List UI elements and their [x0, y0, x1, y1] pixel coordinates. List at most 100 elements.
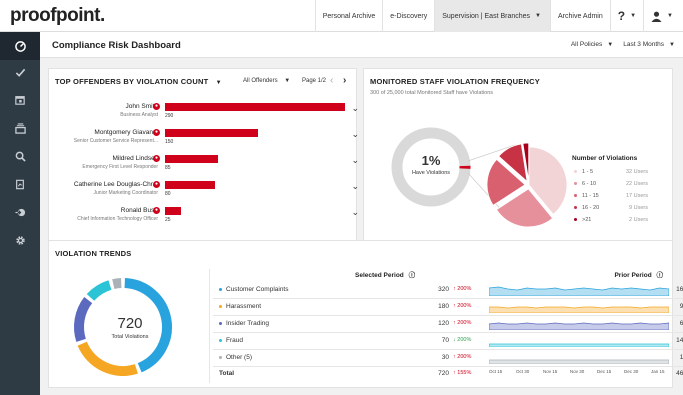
- dashboard-icon: [14, 40, 26, 52]
- offender-row[interactable]: John Smith Business Analyst ● 290 ⌄: [49, 101, 365, 123]
- trend-total-change: ↑ 155%: [453, 370, 472, 376]
- sidebar-item-calendar[interactable]: [0, 86, 40, 114]
- legend-range: >21: [582, 217, 592, 223]
- trend-row[interactable]: Fraud 70 ↓ 200% 140: [213, 333, 683, 350]
- sparkline-area: [489, 286, 669, 296]
- legend-swatch: [574, 206, 577, 210]
- trend-category: Fraud: [219, 337, 243, 344]
- prior-value: 140: [676, 337, 683, 344]
- trend-sparkline: [489, 286, 669, 296]
- trend-category: Customer Complaints: [219, 286, 289, 293]
- prior-value: 160: [676, 286, 683, 293]
- offender-row[interactable]: Catherine Lee Douglas-Chr... Junior Marke…: [49, 179, 365, 201]
- legend-users: 32 Users: [625, 169, 648, 175]
- trend-row[interactable]: Customer Complaints 320 ↑ 200% 160: [213, 282, 683, 299]
- info-icon[interactable]: ⓘ: [409, 272, 416, 279]
- sidebar-item-search[interactable]: [0, 142, 40, 170]
- category-bullet: [219, 321, 222, 325]
- expand-chevron-icon[interactable]: ⌄: [351, 155, 359, 166]
- nav-archive-admin[interactable]: Archive Admin: [550, 0, 610, 32]
- selected-period-label: Selected Period: [355, 272, 404, 279]
- date-tick-label: Oct 30: [516, 369, 530, 374]
- alert-icon: ●: [153, 155, 160, 162]
- trend-category: Insider Trading: [219, 320, 269, 327]
- trend-row[interactable]: Harassment180↑ 200%90: [213, 299, 683, 316]
- offender-role: Junior Marketing Coordinator: [93, 190, 158, 196]
- category-bullet: [219, 287, 222, 291]
- inbox-icon: [14, 122, 26, 134]
- nav-personal-archive[interactable]: Personal Archive: [314, 0, 383, 32]
- trend-total-row: Total 720 ↑ 155% 465 Oct 15 Oct 30 Nov 15 N…: [213, 366, 683, 383]
- offender-name[interactable]: Mildred Lindsey: [112, 155, 158, 162]
- offender-role: Chief Information Technology Officer: [77, 216, 158, 222]
- selected-value: 180: [438, 303, 449, 310]
- chevron-down-icon: ▼: [607, 42, 614, 48]
- nav-supervision-label: Supervision | East Branches: [442, 12, 531, 20]
- donut-segment[interactable]: [86, 280, 112, 301]
- donut-segment[interactable]: [74, 297, 93, 342]
- check-icon: [15, 68, 25, 77]
- change-percent: ↑ 200%: [453, 286, 472, 292]
- proofpoint-logo[interactable]: proofpoint.: [10, 5, 105, 27]
- offender-bar: [165, 181, 215, 189]
- trend-sparkline: [489, 359, 669, 364]
- trend-sparkline: [489, 306, 669, 313]
- offender-count: 25: [165, 217, 171, 223]
- category-label: Other (5): [226, 354, 253, 361]
- offender-role: Senior Customer Service Represent...: [73, 138, 158, 144]
- change-percent: ↑ 200%: [453, 303, 472, 309]
- legend-swatch: [574, 170, 577, 174]
- offenders-filter-dropdown[interactable]: All Offenders ▼: [243, 78, 290, 84]
- offender-row[interactable]: Montgomery Giavanni Senior Customer Servi…: [49, 127, 365, 149]
- offender-role: Emergency First Level Responder: [82, 164, 158, 170]
- info-icon[interactable]: ⓘ: [657, 272, 664, 279]
- user-menu[interactable]: ▼: [643, 0, 683, 32]
- violation-frequency-pie: [486, 142, 568, 228]
- expand-chevron-icon[interactable]: ⌄: [351, 129, 359, 140]
- sidebar-item-dashboard[interactable]: [0, 32, 40, 60]
- legend-item: 11 - 15 17 Users: [574, 193, 654, 199]
- trend-row[interactable]: Insider Trading120↑ 200%60: [213, 316, 683, 333]
- trend-sparkline: [489, 343, 669, 347]
- offender-name[interactable]: Montgomery Giavanni: [94, 129, 158, 136]
- selected-value: 70: [441, 337, 449, 344]
- legend-range: 6 - 10: [582, 181, 597, 187]
- next-page-button[interactable]: ›: [343, 75, 346, 86]
- prev-page-button[interactable]: ‹: [330, 75, 333, 86]
- donut-segment[interactable]: [77, 341, 138, 376]
- sidebar-item-export[interactable]: [0, 198, 40, 226]
- sidebar-item-settings[interactable]: [0, 226, 40, 254]
- offender-bar: [165, 207, 181, 215]
- category-bullet: [219, 355, 222, 359]
- expand-chevron-icon[interactable]: ⌄: [351, 103, 359, 114]
- top-offenders-title-text: TOP OFFENDERS BY VIOLATION COUNT: [55, 77, 209, 86]
- help-menu[interactable]: ? ▼: [609, 0, 643, 32]
- selected-period-header: Selected Period ⓘ: [355, 269, 415, 279]
- expand-chevron-icon[interactable]: ⌄: [351, 181, 359, 192]
- date-tick-label: Nov 30: [570, 369, 585, 374]
- offender-name[interactable]: Catherine Lee Douglas-Chr...: [74, 181, 158, 188]
- settings-icon: [15, 235, 25, 245]
- period-dropdown[interactable]: Last 3 Months ▼: [623, 41, 675, 48]
- page-header: Compliance Risk Dashboard All Policies ▼ …: [40, 32, 683, 58]
- offender-count: 290: [165, 113, 174, 119]
- offender-row[interactable]: Ronald Bush Chief Information Technology …: [49, 205, 365, 227]
- expand-chevron-icon[interactable]: ⌄: [351, 207, 359, 218]
- nav-supervision[interactable]: Supervision | East Branches ▼: [434, 0, 550, 32]
- trend-total-label: Total: [219, 370, 235, 377]
- nav-ediscovery[interactable]: e-Discovery: [382, 0, 434, 32]
- trend-row[interactable]: Other (5)30↑ 200%15: [213, 350, 683, 367]
- legend-item: >21 2 Users: [574, 217, 654, 223]
- sidebar-item-reports[interactable]: [0, 170, 40, 198]
- sidebar-item-inbox[interactable]: [0, 114, 40, 142]
- offender-row[interactable]: Mildred Lindsey Emergency First Level Res…: [49, 153, 365, 175]
- donut-segment[interactable]: [112, 278, 122, 289]
- legend-item: 6 - 10 22 Users: [574, 181, 654, 187]
- top-offenders-title[interactable]: TOP OFFENDERS BY VIOLATION COUNT ▼: [55, 77, 222, 86]
- date-tick-label: Dec 15: [597, 369, 612, 374]
- legend-users: 2 Users: [629, 217, 648, 223]
- sidebar-item-review[interactable]: [0, 58, 40, 86]
- legend-item: 1 - 5 32 Users: [574, 169, 654, 175]
- legend-users: 9 Users: [629, 205, 648, 211]
- policies-dropdown[interactable]: All Policies ▼: [571, 41, 613, 48]
